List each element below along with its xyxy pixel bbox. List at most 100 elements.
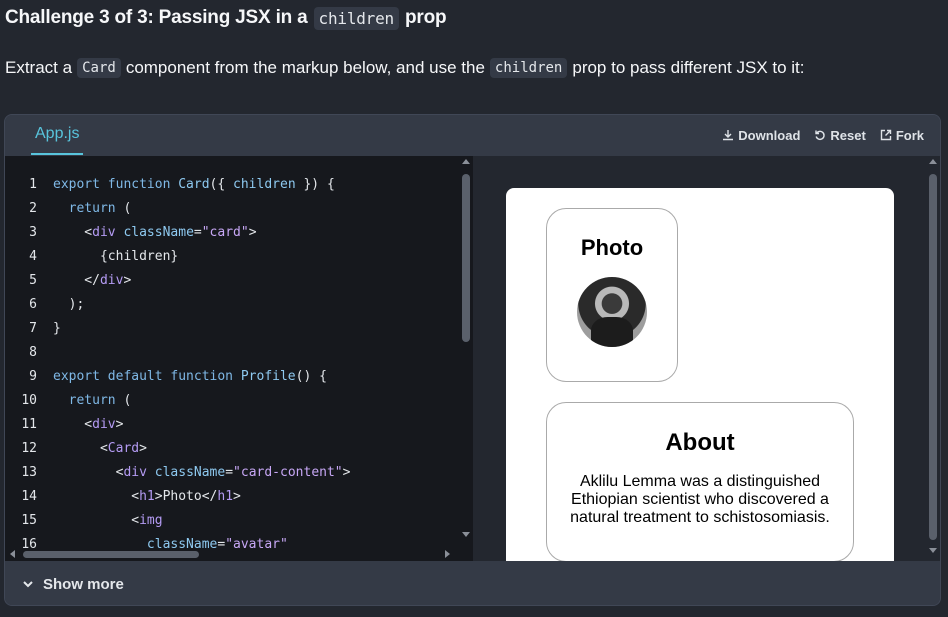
tab-app-js[interactable]: App.js: [31, 115, 84, 155]
photo-card: Photo: [546, 208, 678, 382]
code-text: <img: [37, 509, 162, 533]
editor-horizontal-scrollbar[interactable]: [5, 548, 459, 561]
code-line: 6 );: [5, 293, 350, 317]
preview-vertical-scrollbar[interactable]: [926, 156, 940, 561]
scroll-up-icon[interactable]: [929, 159, 937, 164]
line-number: 11: [21, 417, 37, 432]
code-line: 7}: [5, 317, 350, 341]
photo-heading: Photo: [580, 235, 644, 260]
code-token: >: [139, 441, 147, 456]
code-token: ({: [209, 177, 234, 192]
line-number: 9: [29, 369, 37, 384]
line-number: 10: [21, 393, 37, 408]
sandbox-actions: Download Reset Fork: [722, 115, 924, 155]
code-text: {children}: [37, 245, 178, 269]
avatar: [577, 277, 647, 347]
scrollbar-thumb[interactable]: [23, 551, 199, 558]
challenge-description: Extract a Card component from the markup…: [5, 55, 805, 81]
code-text: <div>: [37, 413, 123, 437]
scroll-down-icon[interactable]: [462, 532, 470, 537]
reset-icon: [815, 130, 826, 141]
code-token: <: [53, 441, 108, 456]
code-line: 1 export function Card({ children }) {: [5, 173, 350, 197]
show-more-button[interactable]: Show more: [5, 561, 940, 605]
reset-label: Reset: [830, 127, 866, 143]
code-editor[interactable]: 1 export function Card({ children }) {2 r…: [5, 156, 473, 561]
challenge-title-code: children: [313, 6, 399, 30]
about-text: Aklilu Lemma was a distinguished Ethiopi…: [570, 473, 830, 526]
line-number: 15: [21, 513, 37, 528]
code-token: export function: [53, 177, 179, 192]
code-token: <: [53, 489, 140, 504]
code-token: >: [123, 273, 132, 288]
desc-text-1: Extract a: [5, 58, 73, 77]
code-text: export function Card({ children }) {: [37, 173, 335, 197]
code-token: className: [123, 225, 194, 240]
scrollbar-thumb[interactable]: [929, 174, 937, 540]
preview-document: Photo About Aklilu Lemma was a distingui…: [506, 188, 894, 561]
challenge-title-suffix: prop: [404, 7, 447, 28]
scroll-right-icon[interactable]: [445, 550, 450, 558]
challenge-title: Challenge 3 of 3: Passing JSX in a child…: [5, 4, 447, 32]
download-label: Download: [738, 127, 801, 143]
external-link-icon: [880, 129, 892, 141]
line-number: 5: [29, 273, 37, 288]
code-token: div: [99, 273, 124, 288]
code-line: 15 <img: [5, 509, 350, 533]
line-number: 4: [29, 249, 37, 264]
code-token: =: [225, 465, 234, 480]
download-button[interactable]: Download: [722, 128, 800, 143]
code-text: return (: [37, 389, 132, 413]
fork-button[interactable]: Fork: [880, 128, 924, 143]
reset-button[interactable]: Reset: [814, 127, 866, 143]
code-token: >: [248, 225, 257, 240]
code-line: 14 <h1>Photo</h1>: [5, 485, 350, 509]
code-text: <h1>Photo</h1>: [37, 485, 241, 509]
download-icon: [723, 130, 734, 141]
desc-text-2: component from the markup below, and use…: [125, 58, 485, 77]
code-line: 4 {children}: [5, 245, 350, 269]
chevron-down-icon: [23, 581, 33, 588]
code-token: div: [92, 225, 116, 240]
challenge-title-text: Passing JSX in a: [158, 7, 308, 28]
code-token: "card": [201, 225, 249, 240]
code-token: (: [115, 201, 132, 216]
code-text: <div className="card-content">: [37, 461, 351, 485]
code-token: >Photo</: [154, 489, 218, 504]
code-token: <: [53, 513, 140, 528]
code-line: 2 return (: [5, 197, 350, 221]
code-line: 11 <div>: [5, 413, 350, 437]
code-token: <: [53, 417, 93, 432]
code-text: <Card>: [37, 437, 147, 461]
code-line: 5 </div>: [5, 269, 350, 293]
code-token: children: [233, 177, 296, 192]
line-number: 6: [29, 297, 37, 312]
scroll-down-icon[interactable]: [929, 548, 937, 553]
code-line: 3 <div className="card">: [5, 221, 350, 245]
code-token: (: [115, 393, 132, 408]
code-token: Profile: [240, 369, 296, 384]
fork-label: Fork: [895, 127, 924, 143]
code-text: return (: [37, 197, 132, 221]
code-text: <div className="card">: [37, 221, 257, 245]
desc-text-3: prop to pass different JSX to it:: [572, 58, 805, 77]
code-token: h1: [139, 489, 155, 504]
show-more-label: Show more: [43, 575, 124, 593]
code-token: >: [115, 417, 124, 432]
scrollbar-thumb[interactable]: [462, 174, 470, 342]
line-number: 14: [21, 489, 37, 504]
scroll-up-icon[interactable]: [462, 159, 470, 164]
code-line: 10 return (: [5, 389, 350, 413]
code-token: </: [53, 273, 100, 288]
code-token: }) {: [295, 177, 335, 192]
code-token: Card: [178, 177, 210, 192]
line-number: 7: [29, 321, 37, 336]
code-token: }: [53, 321, 61, 336]
code-line: 9 export default function Profile() {: [5, 365, 350, 389]
scroll-left-icon[interactable]: [10, 550, 15, 558]
preview-pane: Photo About Aklilu Lemma was a distingui…: [473, 156, 940, 561]
editor-vertical-scrollbar[interactable]: [459, 156, 473, 548]
code-token: div: [92, 417, 116, 432]
code-token: className: [154, 465, 226, 480]
